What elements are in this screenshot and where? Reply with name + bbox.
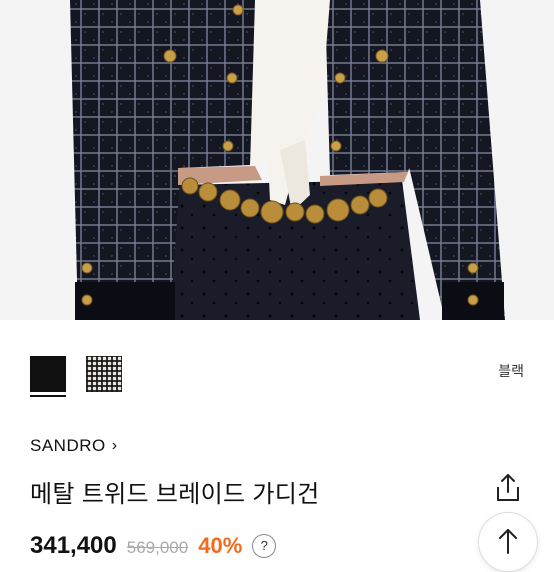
chevron-right-icon: › (111, 437, 118, 454)
selected-color-label: 블랙 (498, 363, 524, 379)
price-row: 341,400 569,000 40% ? (30, 532, 277, 560)
product-title: 메탈 트위드 브레이드 가디건 (30, 481, 320, 508)
brand-link[interactable]: SANDRO › (30, 436, 118, 456)
swatch-black[interactable] (30, 356, 66, 397)
brand-name: SANDRO (30, 436, 106, 455)
discount-rate: 40% (198, 533, 243, 558)
product-image[interactable] (0, 0, 554, 320)
price-help-icon[interactable]: ? (252, 534, 277, 558)
arrow-up-icon (499, 529, 517, 554)
original-price: 569,000 (126, 538, 189, 557)
share-icon (497, 474, 519, 501)
sale-price: 341,400 (30, 532, 117, 559)
swatch-check-tweed[interactable] (86, 356, 122, 392)
product-photo (0, 0, 554, 320)
color-swatches (30, 356, 122, 397)
share-button[interactable] (490, 470, 526, 506)
selected-indicator (30, 395, 66, 397)
scroll-top-button[interactable] (478, 512, 538, 572)
